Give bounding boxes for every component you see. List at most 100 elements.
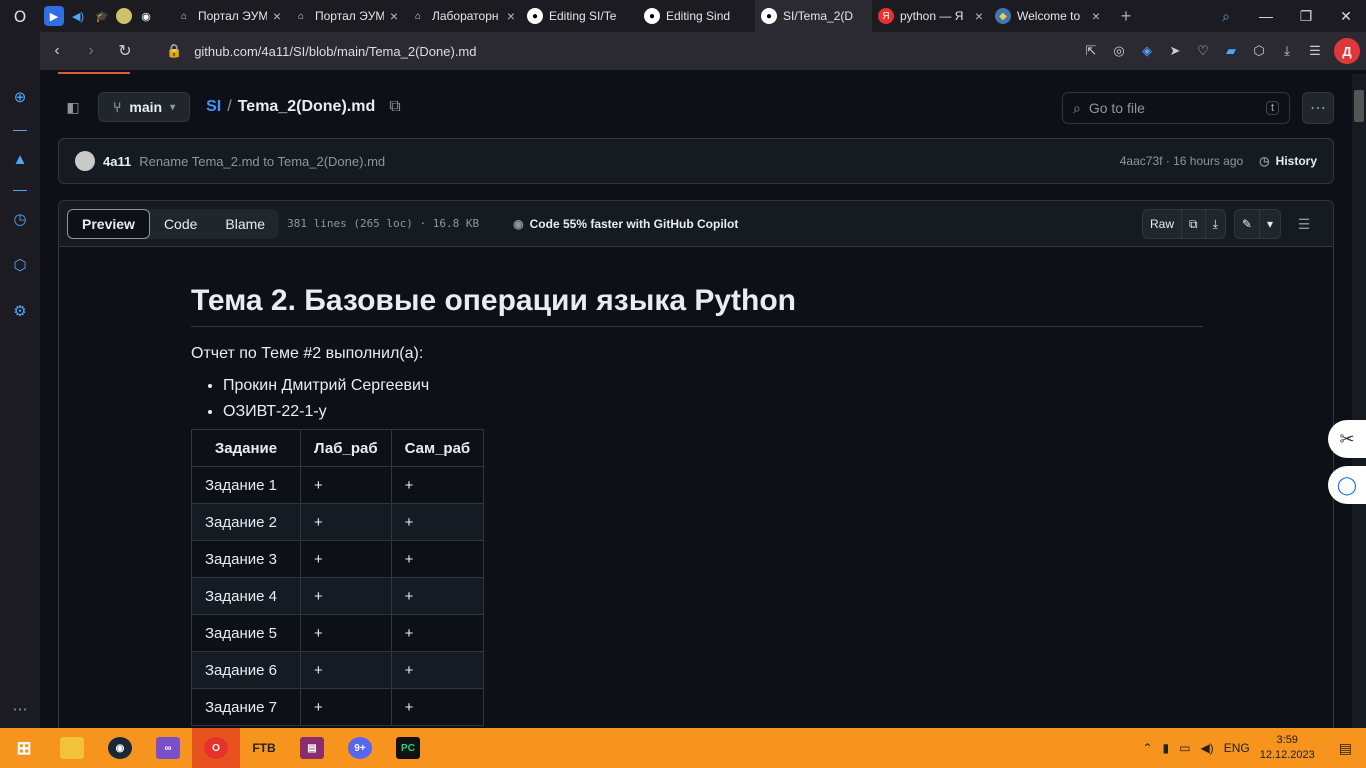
close-icon[interactable]: × <box>507 8 515 24</box>
branch-selector[interactable]: ⑂ main ▾ <box>98 92 191 122</box>
tab-title: SI/Tema_2(D <box>783 9 854 23</box>
breadcrumb-repo-link[interactable]: SI <box>206 98 221 116</box>
windows-start-icon[interactable]: ⊞ <box>0 728 48 768</box>
page-scrollbar[interactable] <box>1352 74 1366 728</box>
shield-icon[interactable]: ◈ <box>1138 43 1156 59</box>
scrollbar-thumb[interactable] <box>1354 90 1364 122</box>
menu-icon[interactable]: ☰ <box>1306 43 1324 59</box>
address-bar-icons: ⇱ ◎ ◈ ➤ ♡ ▰ ⬡ ⤓ ☰ Д <box>1082 38 1360 64</box>
back-icon[interactable]: ‹ <box>40 42 74 60</box>
copilot-promo[interactable]: ◉ Code 55% faster with GitHub Copilot <box>513 217 738 231</box>
cart-icon[interactable]: ▰ <box>1222 43 1240 59</box>
more-icon[interactable]: ⋯ <box>10 700 30 720</box>
tab-code[interactable]: Code <box>150 209 211 239</box>
opera-logo-icon[interactable]: O <box>0 0 40 32</box>
steam-icon[interactable]: ◉ <box>96 728 144 768</box>
tab[interactable]: ⌂ Лабораторн × <box>404 0 521 32</box>
globe-icon[interactable]: ◉ <box>136 6 156 26</box>
profile-avatar[interactable]: Д <box>1334 38 1360 64</box>
list-item: Прокин Дмитрий Сергеевич <box>223 377 1203 395</box>
table-header: Лаб_раб <box>300 429 392 467</box>
scissors-icon[interactable]: ✂ <box>1328 420 1366 458</box>
settings-icon[interactable]: ⚙ <box>10 302 30 322</box>
discord-icon[interactable]: 9+ <box>336 728 384 768</box>
sidebar-toggle-icon[interactable]: ◧ <box>58 92 88 122</box>
table-cell: + <box>300 651 392 689</box>
tab[interactable]: ● Editing Sind <box>638 0 755 32</box>
send-icon[interactable]: ➤ <box>1166 43 1184 59</box>
opera-taskbar-icon[interactable]: O <box>192 728 240 768</box>
table-row: Задание 4 + + <box>191 577 485 615</box>
commit-meta[interactable]: 4aac73f · 16 hours ago <box>1120 154 1243 168</box>
close-icon[interactable]: × <box>1092 8 1100 24</box>
maximize-icon[interactable]: ❐ <box>1286 8 1326 25</box>
visual-studio-icon[interactable]: ∞ <box>144 728 192 768</box>
tab[interactable]: ⌂ Портал ЭУМ × <box>170 0 287 32</box>
close-icon[interactable]: × <box>390 8 398 24</box>
tab[interactable]: ◆ Welcome to × <box>989 0 1106 32</box>
tab[interactable]: ● Editing SI/Te <box>521 0 638 32</box>
camera-icon[interactable]: ◎ <box>1110 43 1128 59</box>
minimize-icon[interactable]: — <box>1246 8 1286 24</box>
table-row: Задание 6 + + <box>191 651 485 689</box>
tab-active[interactable]: ● SI/Tema_2(D <box>755 0 872 32</box>
pycharm-icon[interactable]: PC <box>384 728 432 768</box>
network-icon[interactable]: ▭ <box>1179 741 1190 755</box>
alice-icon[interactable]: ◯ <box>1328 466 1366 504</box>
copilot-text: Code 55% faster with GitHub Copilot <box>529 216 739 231</box>
more-options-button[interactable]: ⋯ <box>1302 92 1334 124</box>
file-explorer-icon[interactable] <box>48 728 96 768</box>
copy-path-icon[interactable]: ⧉ <box>389 98 400 116</box>
box-icon[interactable]: ⬡ <box>1250 43 1268 59</box>
chevron-down-icon[interactable]: ▾ <box>1260 210 1280 238</box>
search-tabs-icon[interactable]: ⌕ <box>1206 8 1246 25</box>
volume-icon[interactable]: ◀) <box>1200 741 1213 755</box>
gamepad-icon[interactable]: ⊕ <box>10 88 30 108</box>
commit-message[interactable]: Rename Tema_2.md to Tema_2(Done).md <box>139 154 385 169</box>
badge-icon[interactable] <box>116 8 132 24</box>
chevron-up-icon[interactable]: ⌃ <box>1142 741 1152 755</box>
go-to-file-input[interactable]: ⌕ Go to file t <box>1062 92 1290 124</box>
close-icon[interactable]: × <box>975 8 983 24</box>
history-button[interactable]: ◷ History <box>1259 154 1317 168</box>
edit-pencil-icon[interactable]: ✎ <box>1235 210 1260 238</box>
reload-icon[interactable]: ↻ <box>108 41 142 61</box>
table-row: Задание 7 + + <box>191 688 485 726</box>
tab[interactable]: Яpython — Я × <box>872 0 989 32</box>
copilot-icon: ◉ <box>513 216 524 231</box>
close-window-icon[interactable]: ✕ <box>1326 8 1366 25</box>
outline-icon[interactable]: ☰ <box>1289 216 1319 233</box>
tab[interactable]: ⌂ Портал ЭУМ × <box>287 0 404 32</box>
commit-author[interactable]: 4a11 <box>103 154 131 169</box>
close-icon[interactable]: × <box>273 8 281 24</box>
forward-icon[interactable]: › <box>74 42 108 60</box>
speaker-icon[interactable]: ◀) <box>68 6 88 26</box>
clock-date: 12.12.2023 <box>1259 749 1315 761</box>
download-icon[interactable]: ⤓ <box>1278 43 1296 59</box>
download-icon[interactable]: ⤓ <box>1206 210 1225 238</box>
heart-icon[interactable]: ♡ <box>1194 43 1212 59</box>
ftb-app-icon[interactable]: FTB <box>240 728 288 768</box>
tab-blame[interactable]: Blame <box>211 209 279 239</box>
raw-button[interactable]: Raw <box>1143 210 1183 238</box>
winrar-icon[interactable]: ▤ <box>288 728 336 768</box>
play-icon[interactable]: ▶ <box>44 6 64 26</box>
tab-preview[interactable]: Preview <box>67 208 150 239</box>
notifications-icon[interactable]: ▤ <box>1339 740 1352 757</box>
microphone-icon[interactable]: ▮ <box>1163 741 1170 755</box>
cube-icon[interactable]: ⬡ <box>10 256 30 276</box>
share-icon[interactable]: ⇱ <box>1082 43 1100 59</box>
copy-icon[interactable]: ⧉ <box>1182 210 1206 238</box>
clock[interactable]: 3:59 12.12.2023 <box>1260 733 1315 763</box>
table-cell: + <box>390 466 485 504</box>
sidebar-divider <box>13 190 27 191</box>
history-label: History <box>1275 154 1317 168</box>
author-avatar[interactable] <box>75 151 95 171</box>
url-field[interactable]: 🔒 github.com/4a11/SI/blob/main/Tema_2(Do… <box>166 43 477 59</box>
history-icon[interactable]: ◷ <box>10 210 30 230</box>
aria-icon[interactable]: ▲ <box>10 150 30 170</box>
new-tab-button[interactable]: + <box>1106 0 1146 32</box>
graduation-cap-icon[interactable]: 🎓 <box>92 6 112 26</box>
table-cell: + <box>300 577 392 615</box>
language-indicator[interactable]: ENG <box>1224 741 1250 755</box>
